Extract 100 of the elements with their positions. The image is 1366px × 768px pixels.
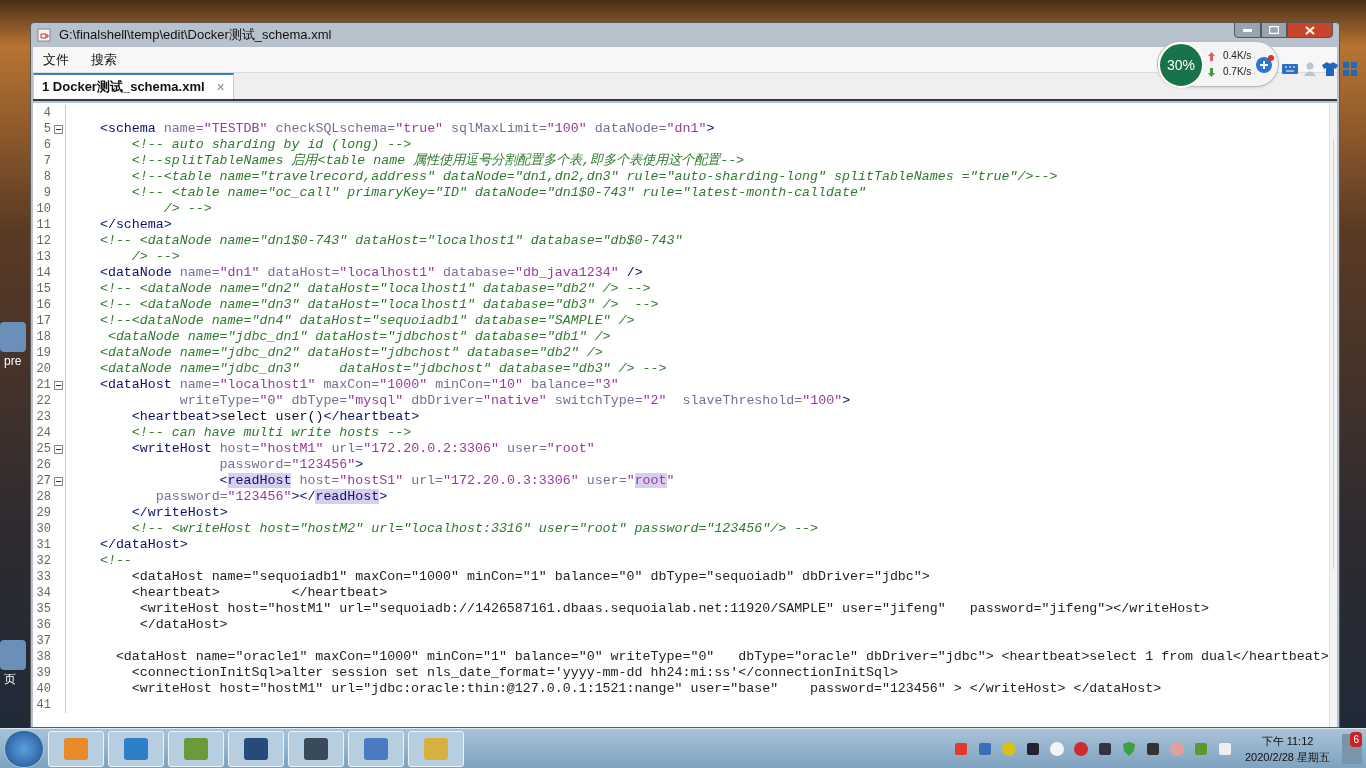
line-number: 22 (35, 393, 51, 409)
line-number: 39 (35, 665, 51, 681)
code-line: <dataNode name="jdbc_dn1" dataHost="jdbchost" database="db1" /> (106, 329, 611, 345)
code-line: <!-- <table name="oc_call" primaryKey="ID" dataNode="dn1$0-743" rule="latest-month-calldate" (130, 185, 866, 201)
code-line: <writeHost host="hostM1" url="jdbc:oracle:thin:@127.0.0.1:1521:nange" user="base" password="123456" > </writeHost> </dataHost> (130, 681, 1162, 697)
code-line: <!--<table name="travelrecord,address" dataNode="dn1,dn2,dn3" rule="auto-sharding-long" splitTableNames ="true"/>--> (130, 169, 1058, 185)
code-line: <heartbeat>select user()</heartbeat> (130, 409, 420, 425)
collapse-icon[interactable] (53, 476, 63, 486)
scrollbar-track[interactable] (1328, 103, 1337, 727)
line-number: 33 (35, 569, 51, 585)
usage-percent: 30% (1167, 55, 1195, 75)
line-number: 23 (35, 409, 51, 425)
line-number: 11 (35, 217, 51, 233)
download-arrow-icon (1208, 67, 1215, 77)
t-shirt-icon[interactable] (1322, 62, 1338, 76)
code-line: <!-- <dataNode name="dn1$0-743" dataHost="localhost1" database="db$0-743" (98, 233, 683, 249)
line-number: 7 (42, 153, 51, 169)
minimize-button[interactable] (1234, 22, 1261, 38)
plus-icon[interactable] (1255, 54, 1276, 74)
window-title: G:\finalshell\temp\edit\Docker测试_schema.xml (59, 26, 332, 45)
code-line: <!-- auto sharding by id (long) --> (130, 137, 412, 153)
line-number: 19 (35, 345, 51, 361)
code-line: <connectionInitSql>alter session set nls_date_format='yyyy-mm-dd hh24:mi:ss'</connectionInitSql> (130, 665, 898, 681)
line-number: 12 (35, 233, 51, 249)
taskbar-app-button[interactable] (108, 730, 164, 767)
code-line: <!-- <dataNode name="dn2" dataHost="localhost1" database="db2" /> --> (98, 281, 651, 297)
close-icon (1305, 25, 1315, 35)
person-icon[interactable] (1303, 62, 1317, 76)
line-number: 37 (35, 633, 51, 649)
code-line: password="123456"> (218, 457, 364, 473)
keyboard-icon[interactable] (1282, 62, 1298, 76)
line-number: 20 (35, 361, 51, 377)
code-line: </dataHost> (138, 617, 228, 633)
line-number: 26 (35, 457, 51, 473)
line-number: 29 (35, 505, 51, 521)
code-line: <writeHost host="hostM1" url="sequoiadb://1426587161.dbaas.sequoialab.net:11920/SAMPLE" user="jifeng" password="jifeng"></writeHost> (138, 601, 1210, 617)
collapse-icon[interactable] (53, 444, 63, 454)
line-number: 36 (35, 617, 51, 633)
collapse-icon[interactable] (53, 380, 63, 390)
line-number: 40 (35, 681, 51, 697)
code-line: <!-- <writeHost host="hostM2" url="localhost:3316" user="root" password="123456"/> --> (130, 521, 819, 537)
shield-icon[interactable] (1121, 740, 1137, 757)
line-number: 34 (35, 585, 51, 601)
line-number: 32 (35, 553, 51, 569)
line-number: 35 (35, 601, 51, 617)
maximize-button[interactable] (1261, 22, 1287, 38)
upload-speed: 0.4K/s (1223, 49, 1252, 63)
code-line: writeType="0" dbType="mysql" dbDriver="native" switchType="2" slaveThreshold="100"> (178, 393, 851, 409)
line-number: 14 (35, 265, 51, 281)
code-line: <dataHost name="oracle1" maxCon="1000" minCon="1" balance="0" writeType="0" dbType="oracle" dbDriver="jdbc"> <heartbeat>select 1 from dual</heartbeat> (114, 649, 1329, 665)
app-icon (122, 735, 150, 762)
tab-close-button[interactable]: × (216, 76, 225, 98)
line-number: 21 (35, 377, 51, 393)
file-tab[interactable]: 1 Docker测试_schema.xml × (33, 73, 234, 99)
line-number: 18 (35, 329, 51, 345)
code-line: <!--splitTableNames 启用<table name 属性使用逗号分割配置多个表,即多个表使用这个配置--> (130, 153, 745, 169)
clock-time[interactable]: 下午 11:12 (1261, 732, 1314, 749)
code-line: password="123456"></readHost> (154, 489, 388, 505)
line-number: 27 (35, 473, 51, 489)
scrollbar-thumb[interactable] (1332, 139, 1334, 569)
app-icon (422, 735, 450, 762)
code-line: <dataHost name="localhost1" maxCon="1000" minCon="10" balance="3" (98, 377, 619, 393)
code-line: <heartbeat> </heartbeat> (130, 585, 388, 601)
line-number: 4 (42, 105, 51, 121)
taskbar-app-button[interactable] (228, 730, 284, 767)
desktop-icon-label[interactable]: pre (0, 352, 22, 370)
line-number: 30 (35, 521, 51, 537)
line-number: 5 (42, 121, 51, 137)
app-icon (302, 735, 330, 762)
desktop-icon-label[interactable]: 页 (0, 670, 16, 688)
notification-badge[interactable]: 6 (1350, 731, 1362, 747)
upload-arrow-icon (1208, 51, 1215, 61)
minimize-icon (1243, 28, 1252, 32)
app-icon (242, 735, 270, 762)
app-icon (62, 735, 90, 762)
clock-date[interactable]: 2020/2/28 星期五 (1245, 748, 1330, 765)
code-line: /> --> (162, 201, 212, 217)
code-line: <dataNode name="jdbc_dn2" dataHost="jdbchost" database="db2" /> (98, 345, 603, 361)
taskbar-app-button[interactable] (348, 730, 404, 767)
code-line: <dataNode name="dn1" dataHost="localhost1" database="db_java1234" /> (98, 265, 643, 281)
app-icon (182, 735, 210, 762)
collapse-icon[interactable] (53, 124, 63, 134)
code-line: <dataNode name="jdbc_dn3" dataHost="jdbchost" database="db3" /> --> (98, 361, 667, 377)
line-number: 15 (35, 281, 51, 297)
download-speed: 0.7K/s (1223, 65, 1252, 79)
line-number: 38 (35, 649, 51, 665)
line-number: 13 (35, 249, 51, 265)
line-number: 6 (42, 137, 51, 153)
menu-item[interactable]: 文件 (43, 49, 69, 70)
line-number: 25 (35, 441, 51, 457)
line-number: 10 (35, 201, 51, 217)
line-number: 9 (42, 185, 51, 201)
menu-item[interactable]: 搜索 (91, 49, 117, 70)
code-line: <writeHost host="hostM1" url="172.20.0.2:3306" user="root" (130, 441, 595, 457)
code-line: <dataHost name="sequoiadb1" maxCon="1000" minCon="1" balance="0" dbType="sequoiadb" dbDriver="jdbc"> (130, 569, 930, 585)
line-number: 16 (35, 297, 51, 313)
close-button[interactable] (1287, 22, 1333, 38)
taskbar-app-button[interactable] (288, 730, 344, 767)
start-button[interactable] (4, 729, 44, 768)
line-number: 17 (35, 313, 51, 329)
